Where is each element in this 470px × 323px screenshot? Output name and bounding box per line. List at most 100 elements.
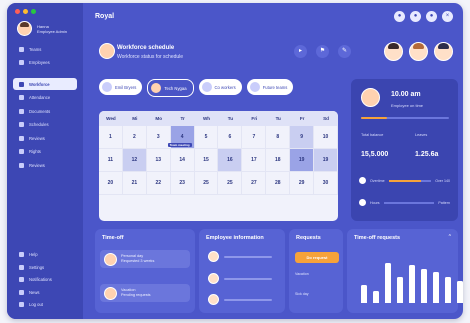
hours-row[interactable]: Hours Pattern xyxy=(359,199,450,206)
calendar-day[interactable]: 6 xyxy=(218,126,243,149)
timeoff-row[interactable]: Vacation Pending requests xyxy=(100,284,190,302)
calendar-day[interactable]: 15 xyxy=(194,149,219,172)
row-value: Over 140 xyxy=(435,178,450,183)
sidebar-item-notifications[interactable]: Notifications xyxy=(13,274,77,285)
sidebar-item-settings[interactable]: Settings xyxy=(13,262,77,273)
employee-row[interactable] xyxy=(208,251,272,262)
clock-time: 10.00 am xyxy=(391,91,421,98)
calendar-day-highlight[interactable]: 9 xyxy=(290,126,315,149)
tab-co-workers[interactable]: Co workers xyxy=(198,79,242,95)
calendar-day-highlight[interactable]: 19 xyxy=(314,149,338,172)
calendar-day[interactable]: 5 xyxy=(194,126,219,149)
calendar-day[interactable]: 29 xyxy=(290,172,315,195)
card-title: Employee information xyxy=(206,235,264,241)
user-icon[interactable]: ● xyxy=(426,11,437,22)
dot-yellow[interactable] xyxy=(23,9,28,14)
timeoff-row[interactable]: Personal day Requested 3 weeks xyxy=(100,250,190,268)
calendar-day[interactable]: 28 xyxy=(266,172,291,195)
sidebar-item-reviews-2[interactable]: Reviews xyxy=(13,159,77,171)
sidebar-item-workforce[interactable]: Workforce xyxy=(13,78,77,90)
employee-row[interactable] xyxy=(208,273,272,284)
sidebar-bottom-nav: Help Settings Notifications News Log out xyxy=(13,249,77,312)
avatar xyxy=(361,88,380,107)
employee-info-card: Employee information xyxy=(199,229,285,313)
employee-row[interactable] xyxy=(208,294,272,305)
hours-bar xyxy=(383,201,435,204)
sidebar-item-label: Reviews xyxy=(29,162,45,168)
calendar-day[interactable]: 27 xyxy=(242,172,267,195)
sidebar-item-employees[interactable]: Employees xyxy=(13,57,77,69)
avatar[interactable] xyxy=(434,42,453,61)
stat-value: 15,5.000 xyxy=(361,151,389,158)
calendar-day[interactable]: 22 xyxy=(146,172,171,195)
chart-bar xyxy=(385,263,391,303)
request-item[interactable]: Sick day xyxy=(295,292,339,296)
calendar-day[interactable]: 7 xyxy=(242,126,267,149)
calendar-day-selected[interactable]: 19 xyxy=(290,149,315,172)
calendar-day[interactable]: 11 xyxy=(99,149,123,172)
flag-icon[interactable]: ⚑ xyxy=(316,45,329,58)
calendar-day-highlight[interactable]: 12 xyxy=(122,149,147,172)
do-request-button[interactable]: Do request xyxy=(295,252,339,263)
play-icon[interactable]: ▸ xyxy=(294,45,307,58)
calendar: Wed Mi Mo Tr Wh Tu Fri Tu Fr Sd 1 2 3 4T… xyxy=(99,111,338,221)
calendar-day[interactable]: 2 xyxy=(122,126,147,149)
tab-emil-bryers[interactable]: Emil Bryers xyxy=(99,79,143,95)
request-item[interactable]: Vacation xyxy=(295,272,339,276)
tab-tech-nygaa[interactable]: Tech Nygaa xyxy=(147,79,194,97)
bell-icon[interactable]: ● xyxy=(394,11,405,22)
overtime-row[interactable]: Overtime Over 140 xyxy=(359,177,450,184)
chart-bar xyxy=(409,265,415,303)
settings-icon[interactable]: ● xyxy=(410,11,421,22)
hero-subtitle: Workforce status for schedule xyxy=(117,54,184,60)
calendar-day[interactable]: 10 xyxy=(314,126,338,149)
calendar-day[interactable]: 14 xyxy=(170,149,195,172)
sidebar-item-reviews[interactable]: Reviews xyxy=(13,132,77,144)
sidebar-profile[interactable]: Hanna Employee Admin xyxy=(17,21,67,36)
calendar-day[interactable]: 1 xyxy=(99,126,123,149)
info-line xyxy=(224,255,272,258)
sidebar-item-attendance[interactable]: Attendance xyxy=(13,92,77,104)
close-icon[interactable]: × xyxy=(442,11,453,22)
calendar-day[interactable]: 8 xyxy=(266,126,291,149)
calendar-day[interactable]: 20 xyxy=(99,172,123,195)
avatar[interactable] xyxy=(409,42,428,61)
calendar-day[interactable]: 30 xyxy=(314,172,338,195)
sidebar-item-help[interactable]: Help xyxy=(13,249,77,260)
calendar-day[interactable]: 17 xyxy=(242,149,267,172)
calendar-day-highlight[interactable]: 16 xyxy=(218,149,243,172)
tab-future-teams[interactable]: Future teams xyxy=(246,79,294,95)
calendar-day[interactable]: 13 xyxy=(146,149,171,172)
dot-green[interactable] xyxy=(31,9,36,14)
row-label: Overtime xyxy=(370,178,385,183)
status-dot xyxy=(359,177,366,184)
calendar-day[interactable]: 23 xyxy=(170,172,195,195)
avatar[interactable] xyxy=(384,42,403,61)
calendar-day[interactable]: 21 xyxy=(122,172,147,195)
chart-icon xyxy=(19,162,24,168)
calendar-event[interactable]: Team meeting xyxy=(167,143,192,147)
calendar-day[interactable]: 25 xyxy=(194,172,219,195)
sidebar-item-rights[interactable]: Rights xyxy=(13,146,77,158)
edit-icon[interactable]: ✎ xyxy=(338,45,351,58)
sidebar-item-teams[interactable]: Teams xyxy=(13,43,77,55)
chart-bar xyxy=(457,281,463,303)
caret-up-icon[interactable]: ^ xyxy=(449,234,451,240)
calendar-day[interactable]: 18 xyxy=(266,149,291,172)
sidebar: Hanna Employee Admin Teams Employees Wor… xyxy=(7,3,83,319)
sidebar-item-news[interactable]: News xyxy=(13,287,77,298)
sidebar-item-logout[interactable]: Log out xyxy=(13,299,77,310)
avatar xyxy=(17,21,32,36)
sidebar-item-schedules[interactable]: Schedules xyxy=(13,119,77,131)
weekday-label: Fr xyxy=(299,116,305,121)
sidebar-item-label: Schedules xyxy=(29,122,49,127)
dot-red[interactable] xyxy=(15,9,20,14)
timeoff-sub: Requested 3 weeks xyxy=(121,259,155,263)
sidebar-item-label: Notifications xyxy=(29,277,52,282)
team-avatars xyxy=(384,42,453,61)
calendar-day[interactable]: 25 xyxy=(218,172,243,195)
filter-tabs: Emil Bryers Tech Nygaa Co workers Future… xyxy=(99,79,294,97)
calendar-day-selected[interactable]: 4 Team meeting xyxy=(167,126,195,149)
sidebar-item-documents[interactable]: Documents xyxy=(13,105,77,117)
stat-label: Total balance xyxy=(361,133,384,137)
